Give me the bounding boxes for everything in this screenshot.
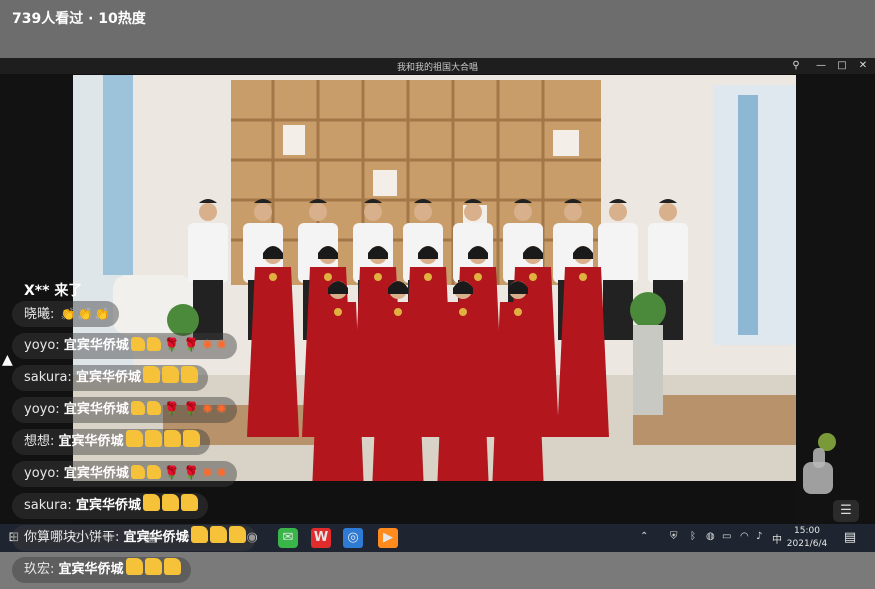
folder-icon[interactable]: ▭ — [206, 528, 226, 548]
choir-scene — [73, 75, 796, 481]
video-window: 我和我的祖国大合唱 ⚲ — □ ✕ — [0, 58, 875, 524]
close-button[interactable]: ✕ — [855, 59, 871, 73]
viewer-count: 739人看过 · 10热度 — [12, 11, 146, 27]
window-title: 我和我的祖国大合唱 — [396, 63, 478, 73]
windows-icon[interactable]: ⊞ — [4, 528, 24, 548]
stream-header: 739人看过 · 10热度 — [0, 0, 875, 58]
volume-icon[interactable]: ♪ — [756, 531, 762, 542]
choir-woman — [312, 281, 364, 481]
choir-woman — [437, 281, 489, 481]
tray-shield-icon[interactable]: ⛨ — [670, 531, 678, 542]
maximize-button[interactable]: □ — [834, 59, 850, 73]
video-frame[interactable] — [73, 75, 796, 481]
chat-menu-button[interactable]: ☰ — [833, 500, 859, 522]
browser-icon[interactable]: ◎ — [343, 528, 363, 548]
windows-taskbar: ⊞ ⌕ ○ ⧉ ▦ e ▭ ◉ ✉ W ◎ ▶ ⌃ ⛨ ᛒ ◍ ▭ ◠ ♪ 中 … — [0, 524, 875, 552]
edge-icon[interactable]: e — [176, 528, 196, 548]
wps-icon[interactable]: W — [311, 528, 331, 548]
video-letterbox-left — [0, 75, 73, 524]
wechat-icon[interactable]: ✉ — [278, 528, 298, 548]
tray-app-icon[interactable]: ◍ — [706, 531, 715, 542]
browser360-icon[interactable]: ◉ — [242, 528, 262, 548]
mouse-cursor-icon: ▲ — [2, 352, 13, 368]
bluetooth-icon[interactable]: ᛒ — [690, 531, 696, 542]
choir-woman — [372, 281, 424, 481]
window-titlebar: 我和我的祖国大合唱 ⚲ — □ ✕ — [0, 58, 875, 74]
wifi-icon[interactable]: ◠ — [740, 531, 749, 542]
stream-footer — [0, 552, 875, 589]
choir-woman — [492, 281, 544, 481]
battery-icon[interactable]: ▭ — [722, 531, 731, 542]
notification-icon[interactable]: ▤ — [840, 528, 860, 548]
choir-woman — [247, 246, 299, 437]
like-button[interactable] — [799, 432, 841, 498]
clock-date: 2021/6/4 — [786, 539, 828, 549]
tray-chevron-icon[interactable]: ⌃ — [640, 531, 648, 542]
minimize-button[interactable]: — — [813, 59, 829, 73]
pin-icon[interactable]: ⚲ — [788, 59, 804, 73]
search-icon[interactable]: ⌕ — [36, 528, 56, 548]
cortana-icon[interactable]: ○ — [68, 528, 88, 548]
choir-woman — [557, 246, 609, 437]
taskbar-clock[interactable]: 15:00 2021/6/4 — [777, 525, 837, 551]
clock-time: 15:00 — [794, 526, 820, 536]
taskview-icon[interactable]: ⧉ — [98, 528, 118, 548]
store-icon[interactable]: ▦ — [140, 528, 160, 548]
media-icon[interactable]: ▶ — [378, 528, 398, 548]
